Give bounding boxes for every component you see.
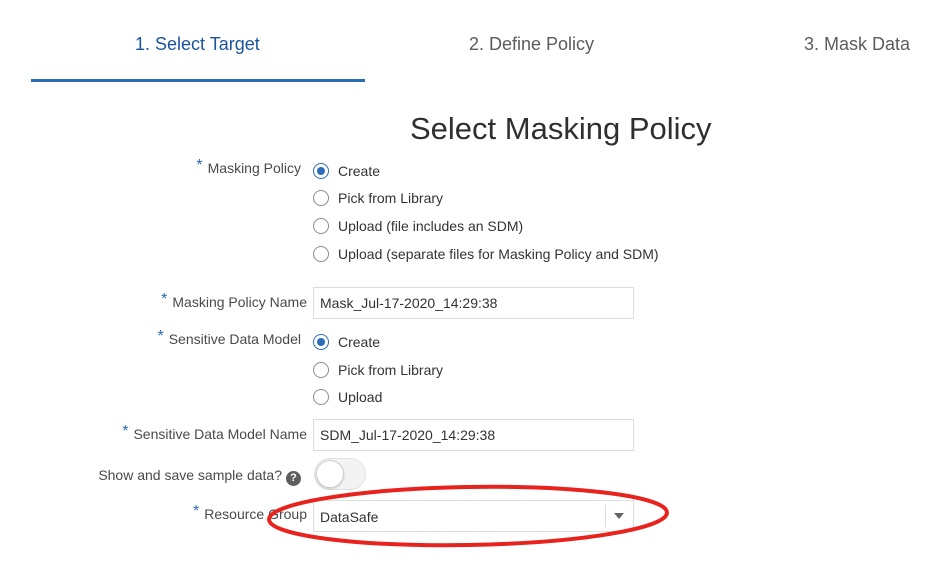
sensitive-data-model-option-upload[interactable]: Upload xyxy=(313,387,382,407)
radio-label: Create xyxy=(338,163,381,179)
sensitive-data-model-name-input[interactable] xyxy=(313,419,634,451)
masking-policy-name-input[interactable] xyxy=(313,287,634,319)
step-select-target[interactable]: 1. Select Target xyxy=(135,34,260,55)
required-marker: * xyxy=(196,157,203,174)
sensitive-data-model-label-text: Sensitive Data Model xyxy=(168,331,301,347)
chevron-down-icon[interactable] xyxy=(614,513,624,519)
sample-data-label: Show and save sample data?? xyxy=(98,467,301,486)
resource-group-selected-value: DataSafe xyxy=(320,509,379,525)
required-marker: * xyxy=(122,423,129,440)
step-define-policy[interactable]: 2. Define Policy xyxy=(469,34,594,55)
radio-button[interactable] xyxy=(313,362,329,378)
radio-button[interactable] xyxy=(313,190,329,206)
masking-policy-option-upload-separate-files[interactable]: Upload (separate files for Masking Polic… xyxy=(313,244,659,264)
sample-data-label-text: Show and save sample data? xyxy=(98,467,282,483)
radio-button[interactable] xyxy=(313,389,329,405)
sensitive-data-model-label: * Sensitive Data Model xyxy=(157,328,301,349)
masking-policy-name-label: * Masking Policy Name xyxy=(161,291,307,312)
radio-label: Pick from Library xyxy=(338,190,444,206)
sensitive-data-model-option-create[interactable]: Create xyxy=(313,332,380,352)
sample-data-toggle[interactable] xyxy=(314,458,366,490)
sensitive-data-model-name-label: * Sensitive Data Model Name xyxy=(122,423,307,444)
page-title: Select Masking Policy xyxy=(410,111,712,146)
radio-button[interactable] xyxy=(313,246,329,262)
masking-policy-option-upload-with-sdm[interactable]: Upload (file includes an SDM) xyxy=(313,216,523,236)
radio-label: Upload (separate files for Masking Polic… xyxy=(338,246,659,262)
radio-label: Upload xyxy=(338,389,383,405)
radio-button-checked[interactable] xyxy=(313,163,329,179)
resource-group-label: * Resource Group xyxy=(193,503,307,524)
sensitive-data-model-name-label-text: Sensitive Data Model Name xyxy=(133,426,307,442)
toggle-knob xyxy=(316,460,344,488)
masking-policy-option-pick-from-library[interactable]: Pick from Library xyxy=(313,188,443,208)
radio-button[interactable] xyxy=(313,218,329,234)
active-step-indicator xyxy=(31,79,365,82)
masking-policy-page: 1. Select Target 2. Define Policy 3. Mas… xyxy=(0,0,944,587)
masking-policy-label: * Masking Policy xyxy=(196,157,301,178)
masking-policy-option-create[interactable]: Create xyxy=(313,161,380,181)
step-mask-data[interactable]: 3. Mask Data xyxy=(804,34,910,55)
radio-label: Create xyxy=(338,334,381,350)
required-marker: * xyxy=(161,291,168,308)
required-marker: * xyxy=(157,328,164,345)
radio-button-checked[interactable] xyxy=(313,334,329,350)
sensitive-data-model-option-pick-from-library[interactable]: Pick from Library xyxy=(313,360,443,380)
resource-group-label-text: Resource Group xyxy=(204,506,307,522)
masking-policy-label-text: Masking Policy xyxy=(207,160,301,176)
masking-policy-name-label-text: Masking Policy Name xyxy=(172,294,307,310)
help-icon[interactable]: ? xyxy=(286,471,301,486)
select-divider xyxy=(605,505,606,527)
radio-label: Pick from Library xyxy=(338,362,444,378)
resource-group-select[interactable]: DataSafe xyxy=(313,500,634,532)
required-marker: * xyxy=(193,503,200,520)
radio-label: Upload (file includes an SDM) xyxy=(338,218,524,234)
